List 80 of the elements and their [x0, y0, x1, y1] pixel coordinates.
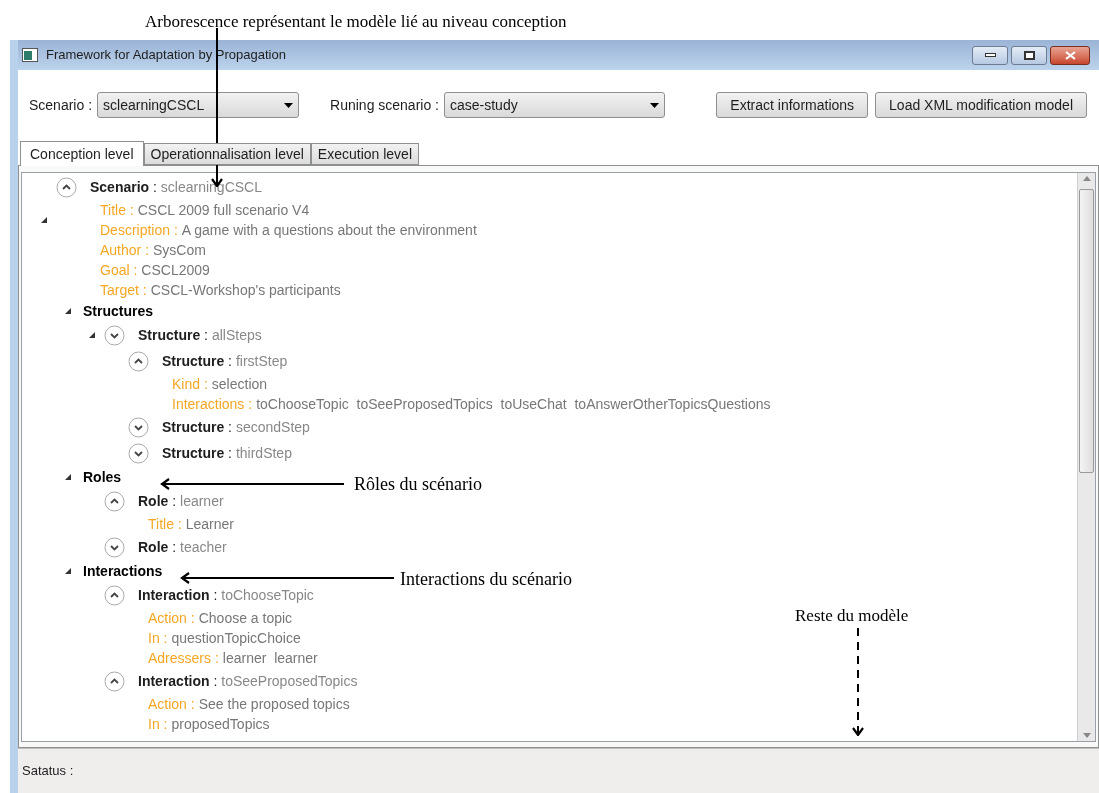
node-title[interactable]: Interaction : toSeeProposedTopics: [138, 670, 358, 692]
property-key: Target :: [100, 279, 147, 301]
property-key: Kind :: [172, 373, 208, 395]
property-key: Title :: [100, 199, 134, 221]
action-button[interactable]: Extract informations: [716, 92, 869, 118]
field-label: Scenario :: [29, 95, 93, 115]
expanded-triangle-icon[interactable]: [64, 307, 72, 315]
minimize-button[interactable]: [972, 45, 1008, 65]
property-key: Action :: [148, 607, 195, 629]
collapse-chevron-icon[interactable]: [104, 490, 125, 512]
dropdown-caret-icon: [650, 102, 659, 108]
property-value: learner learner: [222, 648, 318, 668]
window-title: Framework for Adaptation by Propagation: [46, 46, 286, 65]
expand-chevron-icon[interactable]: [128, 442, 149, 464]
property-key: In :: [148, 627, 168, 649]
property-key: Description :: [100, 219, 178, 241]
property-key: Interactions :: [172, 393, 253, 415]
property-key: Author :: [100, 239, 150, 261]
tab[interactable]: Operationnalisation level: [143, 143, 311, 165]
node-title[interactable]: Structure : secondStep: [162, 416, 310, 438]
property-value: SysCom: [153, 240, 206, 260]
expand-chevron-icon[interactable]: [128, 416, 149, 438]
action-button[interactable]: Load XML modification model: [875, 92, 1087, 118]
property-key: In :: [148, 713, 168, 735]
node-title[interactable]: Role : learner: [138, 490, 224, 512]
scrollbar-thumb[interactable]: [1079, 189, 1094, 473]
section-label[interactable]: Interactions: [83, 560, 163, 582]
close-button[interactable]: [1050, 45, 1090, 65]
dropdown[interactable]: sclearningCSCL: [97, 92, 300, 118]
expand-chevron-icon[interactable]: [104, 536, 125, 558]
property-value: CSCL 2009 full scenario V4: [137, 200, 310, 220]
maximize-icon: [1023, 50, 1035, 60]
property-value: questionTopicChoice: [171, 628, 301, 648]
dropdown-caret-icon: [284, 102, 294, 108]
node-title[interactable]: Structure : allSteps: [138, 324, 262, 346]
status-label: Satatus :: [22, 762, 74, 781]
annotation-text: Reste du modèle: [795, 605, 909, 627]
section-label[interactable]: Roles: [83, 466, 122, 488]
annotation-text: Rôles du scénario: [354, 473, 482, 496]
tab[interactable]: Conception level: [20, 141, 144, 166]
expand-chevron-icon[interactable]: [104, 324, 125, 346]
property-value: See the proposed topics: [198, 694, 350, 714]
node-title[interactable]: Structure : firstStep: [162, 350, 288, 372]
minimize-icon: [984, 53, 996, 57]
app-icon: [22, 48, 38, 62]
collapse-chevron-icon[interactable]: [104, 584, 125, 606]
collapse-chevron-icon[interactable]: [128, 350, 149, 372]
annotation-text: Interactions du scénario: [400, 568, 572, 591]
property-value: toChooseTopic toSeeProposedTopics toUseChat toAnswerOtherTopicsQuestions: [256, 394, 771, 414]
property-value: Choose a topic: [198, 608, 293, 628]
scroll-down-icon[interactable]: [1082, 733, 1091, 738]
node-title[interactable]: Scenario : sclearningCSCL: [90, 176, 262, 198]
tab[interactable]: Execution level: [310, 143, 419, 165]
property-value: Learner: [185, 514, 234, 534]
node-title[interactable]: Structure : thirdStep: [162, 442, 292, 464]
expanded-triangle-icon[interactable]: [64, 567, 72, 575]
property-value: CSCL2009: [141, 260, 210, 280]
node-title[interactable]: Interaction : toChooseTopic: [138, 584, 314, 606]
expanded-triangle-icon[interactable]: [40, 216, 48, 224]
scroll-up-icon[interactable]: [1082, 176, 1091, 181]
annotation-text: Arborescence représentant le modèle lié au niveau conception: [145, 11, 567, 33]
collapse-chevron-icon[interactable]: [56, 176, 77, 198]
property-key: Adressers :: [148, 647, 219, 669]
section-label[interactable]: Structures: [83, 300, 154, 322]
dropdown[interactable]: case-study: [444, 92, 665, 118]
property-value: selection: [211, 374, 268, 394]
maximize-button[interactable]: [1011, 45, 1047, 65]
property-key: Title :: [148, 513, 182, 535]
scrollbar[interactable]: [1077, 173, 1095, 741]
collapse-chevron-icon[interactable]: [104, 670, 125, 692]
field-label: Runing scenario :: [330, 95, 439, 115]
expanded-triangle-icon[interactable]: [64, 473, 72, 481]
close-icon: [1064, 50, 1076, 60]
property-key: Goal :: [100, 259, 138, 281]
expanded-triangle-icon[interactable]: [88, 331, 96, 339]
property-key: Action :: [148, 693, 195, 715]
node-title[interactable]: Role : teacher: [138, 536, 227, 558]
property-value: CSCL-Workshop's participants: [150, 280, 341, 300]
property-value: A game with a questions about the environment: [181, 220, 477, 240]
property-value: proposedTopics: [171, 714, 270, 734]
